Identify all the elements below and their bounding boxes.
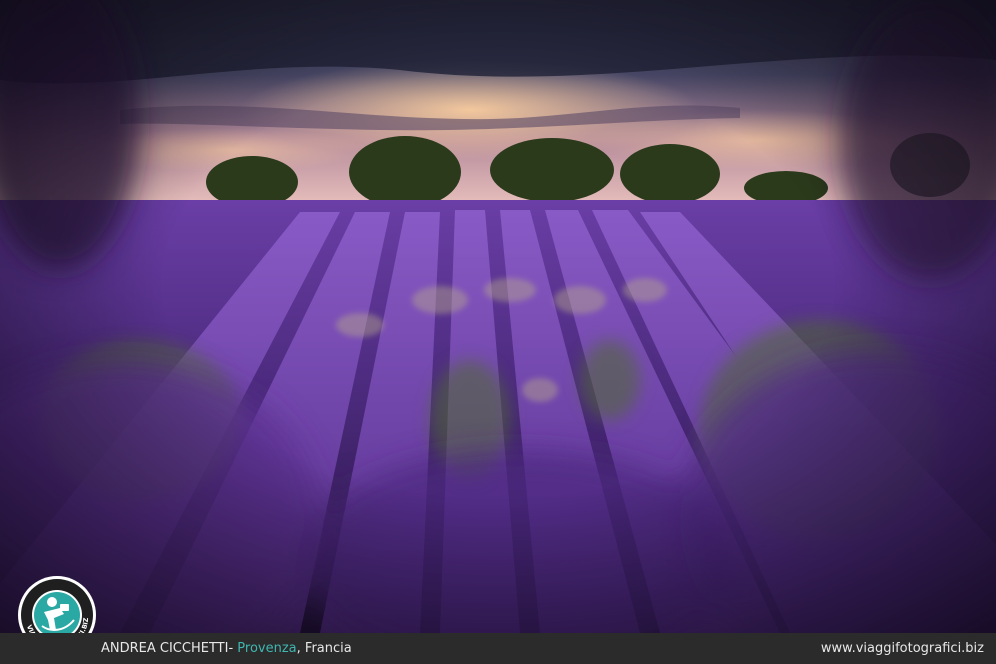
lavender-field-photo (0, 0, 996, 633)
credit-separator: - (228, 641, 238, 656)
country-name: Francia (304, 641, 352, 656)
location-name: Provenza (237, 641, 297, 656)
photo-credit: ANDREA CICCHETTI- Provenza, Francia (101, 633, 352, 664)
caption-bar: ANDREA CICCHETTI- Provenza, Francia www.… (0, 633, 996, 664)
author-name: ANDREA CICCHETTI (101, 641, 229, 656)
country-separator: , (296, 641, 305, 656)
website-url: www.viaggifotografici.biz (820, 641, 984, 656)
